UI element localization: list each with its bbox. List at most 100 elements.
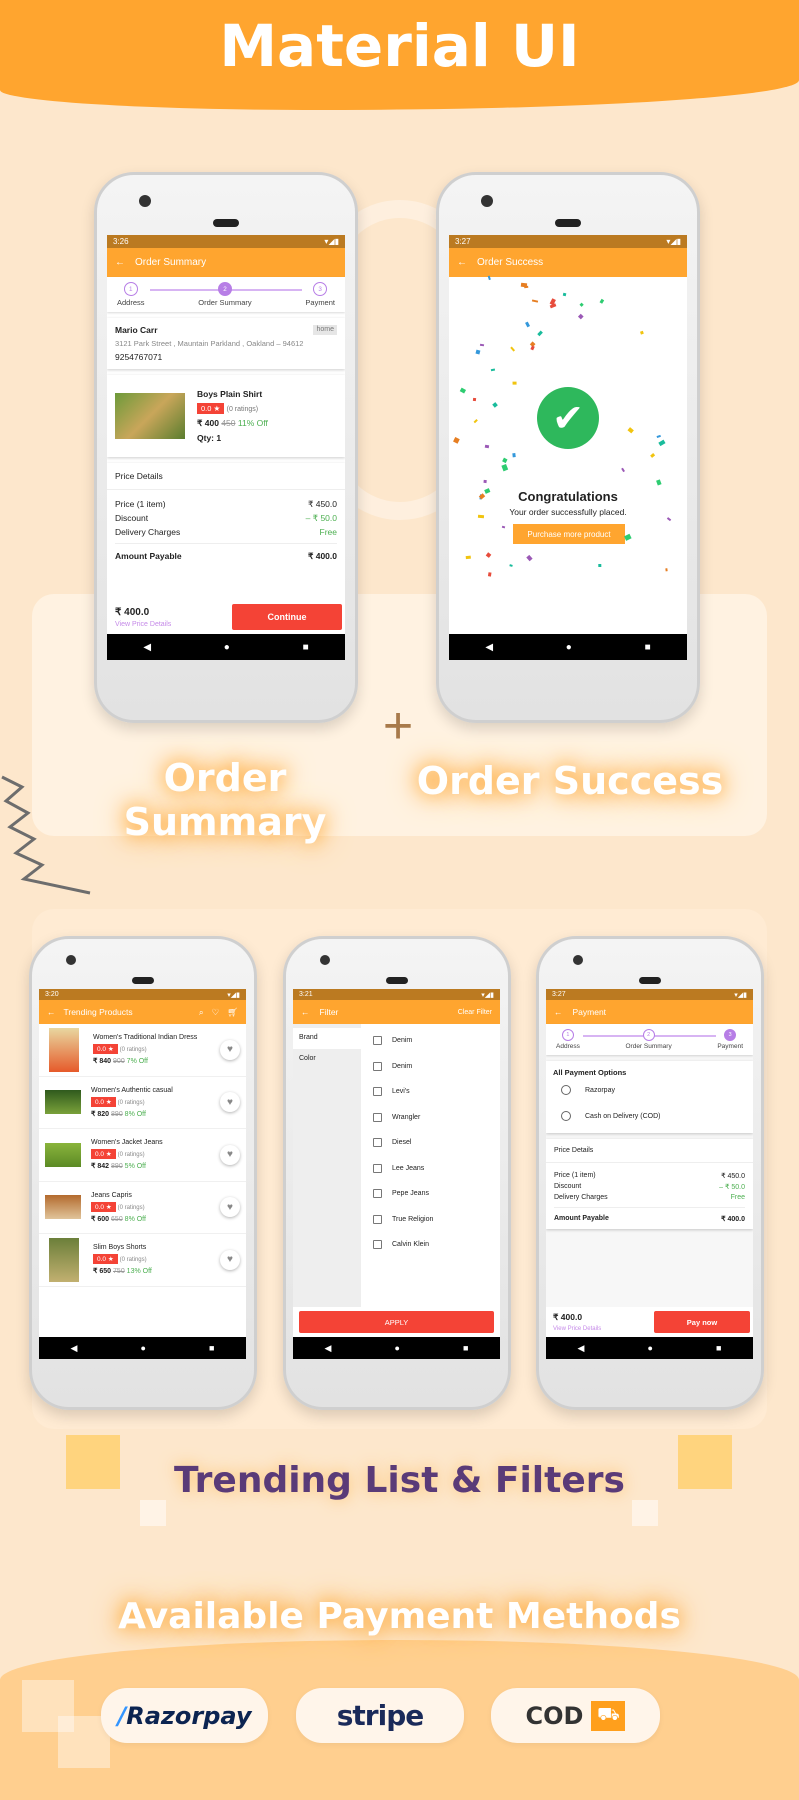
filter-category-color[interactable]: Color <box>293 1049 361 1070</box>
rating-badge: 0.0 ★ <box>91 1149 116 1160</box>
checkbox[interactable] <box>373 1189 382 1199</box>
nav-back-icon[interactable]: ◀ <box>143 642 151 653</box>
back-arrow-icon[interactable]: ← <box>47 1007 56 1017</box>
checkbox[interactable] <box>373 1112 382 1122</box>
price-label: Discount <box>115 513 149 523</box>
filter-option[interactable]: Wrangler <box>373 1105 500 1131</box>
payment-option[interactable]: Cash on Delivery (COD) <box>553 1103 746 1129</box>
checkbox[interactable] <box>373 1138 382 1148</box>
checkbox[interactable] <box>373 1061 382 1071</box>
signal-battery-icon: ▾◢▮ <box>734 991 747 999</box>
heart-icon[interactable]: ♡ <box>212 1007 220 1018</box>
confetti-piece <box>562 292 567 297</box>
step-label: Order Summary <box>198 298 252 307</box>
nav-back-icon[interactable]: ◀ <box>485 642 493 653</box>
product-discount: 7% Off <box>126 1058 148 1066</box>
nav-recents-icon[interactable]: ■ <box>716 1343 721 1353</box>
purchase-more-button[interactable]: Purchase more product <box>513 524 625 544</box>
filter-option[interactable]: Pepe Jeans <box>373 1181 500 1207</box>
nav-back-icon[interactable]: ◀ <box>325 1343 332 1354</box>
filter-option[interactable]: Calvin Klein <box>373 1232 500 1258</box>
checkbox[interactable] <box>373 1240 382 1250</box>
product-list-item[interactable]: Slim Boys Shorts 0.0 ★ (0 ratings) ₹ 650 7… <box>39 1234 246 1287</box>
nav-recents-icon[interactable]: ■ <box>645 642 651 653</box>
success-message: Your order successfully placed. <box>509 507 627 517</box>
filter-option[interactable]: Levi's <box>373 1079 500 1105</box>
confetti-piece <box>501 525 505 529</box>
nav-home-icon[interactable]: ● <box>648 1343 653 1353</box>
radio-button[interactable] <box>561 1111 571 1121</box>
product-list-item[interactable]: Women's Jacket Jeans 0.0 ★ (0 ratings) ₹ 8… <box>39 1129 246 1182</box>
product-price: ₹ 842 <box>91 1163 110 1171</box>
search-icon[interactable]: ⌕ <box>199 1007 204 1018</box>
clock: 3:21 <box>299 991 313 998</box>
product-price: ₹ 840 <box>93 1058 112 1066</box>
view-price-details-link[interactable]: View Price Details <box>553 1326 601 1332</box>
nav-back-icon[interactable]: ◀ <box>71 1343 78 1354</box>
back-arrow-icon[interactable]: ← <box>115 257 125 268</box>
wishlist-heart-icon[interactable]: ♥ <box>220 1197 240 1218</box>
checkbox[interactable] <box>373 1087 382 1097</box>
app-bar: ← Payment <box>546 1000 753 1024</box>
confetti-piece <box>530 345 535 351</box>
price-value: ₹ 450.0 <box>721 1173 745 1180</box>
checkout-stepper: 1 Address 2 Order Summary 3 Payment <box>546 1024 753 1055</box>
nav-home-icon[interactable]: ● <box>224 642 230 653</box>
apply-button[interactable]: APPLY <box>299 1311 494 1333</box>
ratings-count: (0 ratings) <box>119 1047 147 1054</box>
filter-option[interactable]: Denim <box>373 1054 500 1080</box>
wishlist-heart-icon[interactable]: ♥ <box>220 1144 240 1165</box>
nav-back-icon[interactable]: ◀ <box>578 1343 585 1354</box>
back-arrow-icon[interactable]: ← <box>301 1007 310 1017</box>
continue-button[interactable]: Continue <box>232 604 342 630</box>
screen: 3:21 ▾◢▮ ← Filter Clear Filter Brand Color D… <box>293 989 500 1359</box>
nav-recents-icon[interactable]: ■ <box>463 1343 468 1353</box>
success-check-icon: ✔ <box>537 387 599 449</box>
confetti-piece <box>490 368 495 372</box>
clock: 3:26 <box>113 237 129 246</box>
filter-option[interactable]: Diesel <box>373 1130 500 1156</box>
payment-option-label: Cash on Delivery (COD) <box>585 1112 661 1120</box>
back-arrow-icon[interactable]: ← <box>457 257 467 268</box>
product-name: Women's Authentic casual <box>91 1086 173 1094</box>
nav-home-icon[interactable]: ● <box>395 1343 400 1353</box>
confetti-piece <box>466 555 472 559</box>
confetti-piece <box>578 302 584 307</box>
price-value: ₹ 450.0 <box>307 499 337 509</box>
filter-option[interactable]: Denim <box>373 1028 500 1054</box>
product-name: Women's Jacket Jeans <box>91 1139 163 1147</box>
checkbox[interactable] <box>373 1163 382 1173</box>
nav-home-icon[interactable]: ● <box>566 642 572 653</box>
address-phone: 9254767071 <box>115 352 163 362</box>
filter-option[interactable]: True Religion <box>373 1207 500 1233</box>
nav-recents-icon[interactable]: ■ <box>303 642 309 653</box>
view-price-details-link[interactable]: View Price Details <box>115 621 171 628</box>
step-number: 2 <box>217 282 232 296</box>
confetti-piece <box>487 275 491 281</box>
confetti-piece <box>656 479 663 486</box>
status-bar: 3:20 ▾◢▮ <box>39 989 246 1000</box>
speaker <box>132 977 154 984</box>
nav-recents-icon[interactable]: ■ <box>209 1343 214 1353</box>
radio-button[interactable] <box>561 1085 571 1095</box>
cart-icon[interactable]: 🛒︎ <box>227 1007 238 1018</box>
wishlist-heart-icon[interactable]: ♥ <box>220 1092 240 1113</box>
checkbox[interactable] <box>373 1036 382 1046</box>
product-list-item[interactable]: Women's Authentic casual 0.0 ★ (0 ratings… <box>39 1077 246 1129</box>
price-label: Delivery Charges <box>115 527 181 537</box>
rating-badge: 0.0 ★ <box>91 1201 116 1212</box>
product-list-item[interactable]: Women's Traditional Indian Dress 0.0 ★ (0… <box>39 1024 246 1077</box>
back-arrow-icon[interactable]: ← <box>554 1007 563 1017</box>
clear-filter-button[interactable]: Clear Filter <box>458 1009 492 1016</box>
product-list-item[interactable]: Jeans Capris 0.0 ★ (0 ratings) ₹ 600 650 8… <box>39 1182 246 1234</box>
filter-option[interactable]: Lee Jeans <box>373 1156 500 1182</box>
wishlist-heart-icon[interactable]: ♥ <box>220 1249 240 1270</box>
filter-category-brand[interactable]: Brand <box>293 1028 361 1049</box>
payment-option[interactable]: Razorpay <box>553 1077 746 1103</box>
amount-payable-row: Amount Payable ₹ 400.0 <box>115 543 337 562</box>
nav-home-icon[interactable]: ● <box>141 1343 146 1353</box>
checkbox[interactable] <box>373 1214 382 1224</box>
wishlist-heart-icon[interactable]: ♥ <box>220 1039 240 1060</box>
pay-now-button[interactable]: Pay now <box>654 1311 750 1333</box>
confetti-piece <box>512 452 516 457</box>
